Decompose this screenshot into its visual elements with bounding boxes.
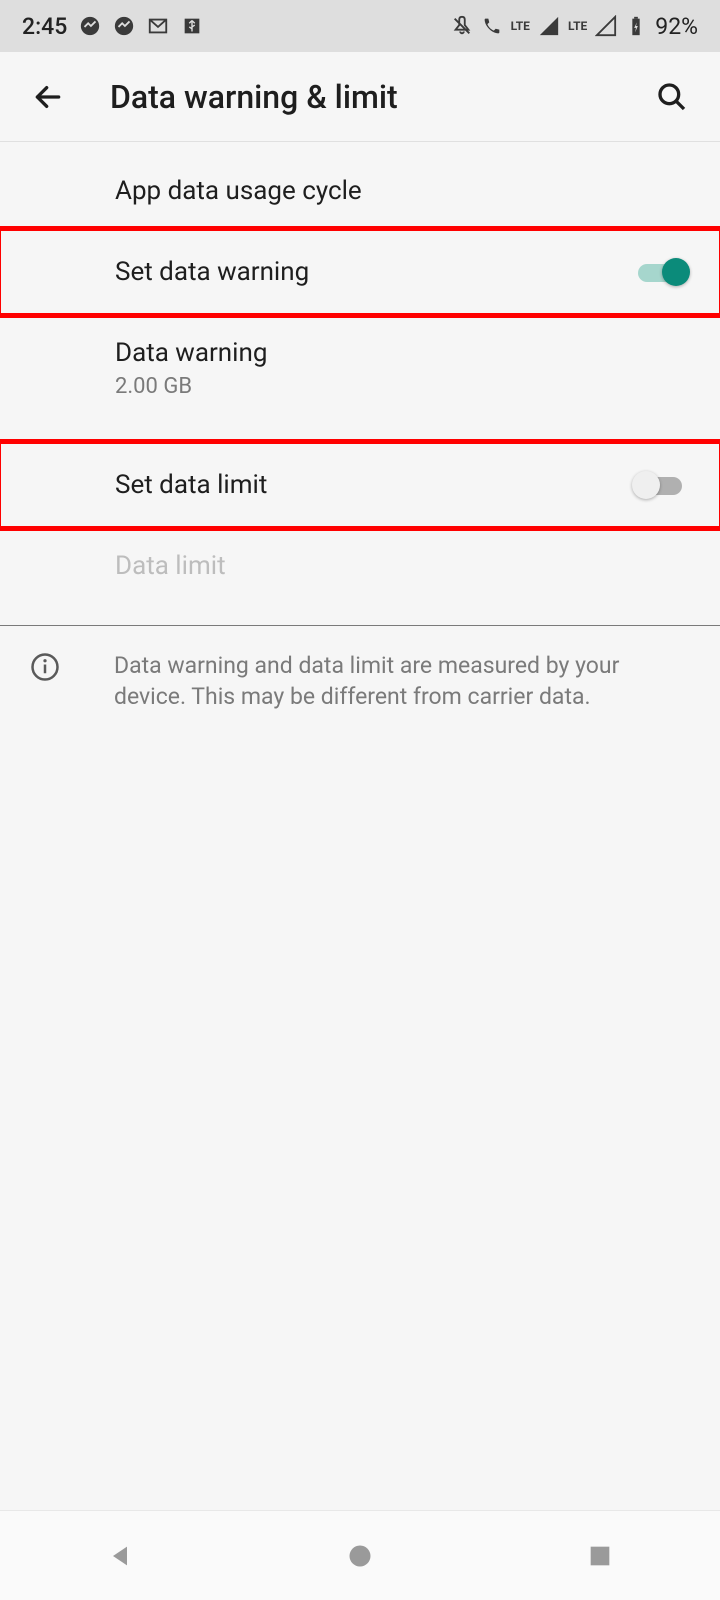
info-text: Data warning and data limit are measured…: [90, 650, 690, 712]
row-label: Set data limit: [115, 470, 632, 500]
row-value: 2.00 GB: [115, 374, 690, 399]
navigation-bar: [0, 1510, 720, 1600]
app-bar: Data warning & limit: [0, 52, 720, 142]
lte-label: LTE: [568, 19, 587, 33]
toggle-set-data-warning[interactable]: [632, 254, 690, 290]
triangle-back-icon: [106, 1542, 134, 1570]
nav-back-button[interactable]: [102, 1538, 138, 1574]
search-icon: [656, 81, 688, 113]
nav-recent-button[interactable]: [582, 1538, 618, 1574]
row-data-warning[interactable]: Data warning 2.00 GB: [30, 314, 690, 423]
back-button[interactable]: [28, 77, 68, 117]
arrow-back-icon: [32, 81, 64, 113]
row-label: Data limit: [115, 551, 690, 581]
page-title: Data warning & limit: [110, 78, 652, 116]
row-label: Data warning: [115, 338, 690, 368]
battery-percent: 92%: [655, 13, 698, 40]
signal-empty-icon: [595, 15, 617, 37]
row-app-data-cycle[interactable]: App data usage cycle: [30, 152, 690, 230]
row-set-data-warning[interactable]: Set data warning: [30, 230, 690, 314]
wifi-call-icon: [481, 15, 503, 37]
status-time: 2:45: [22, 13, 67, 40]
status-bar: 2:45 LTE LTE 92%: [0, 0, 720, 52]
messenger-icon: [113, 15, 135, 37]
dnd-icon: [451, 15, 473, 37]
row-label: Set data warning: [115, 257, 632, 287]
row-label: App data usage cycle: [115, 176, 690, 206]
square-recent-icon: [586, 1542, 614, 1570]
search-button[interactable]: [652, 77, 692, 117]
nav-home-button[interactable]: [342, 1538, 378, 1574]
row-data-limit: Data limit: [30, 527, 690, 605]
signal-icon: [538, 15, 560, 37]
toggle-set-data-limit[interactable]: [632, 467, 690, 503]
info-row: Data warning and data limit are measured…: [0, 626, 720, 736]
circle-home-icon: [346, 1542, 374, 1570]
messenger-icon: [79, 15, 101, 37]
lte-label: LTE: [511, 19, 530, 33]
settings-list: App data usage cycle Set data warning Da…: [0, 142, 720, 736]
gmail-icon: [147, 15, 169, 37]
info-icon: [30, 652, 60, 682]
row-set-data-limit[interactable]: Set data limit: [30, 443, 690, 527]
usb-icon: [181, 15, 203, 37]
battery-charging-icon: [625, 15, 647, 37]
